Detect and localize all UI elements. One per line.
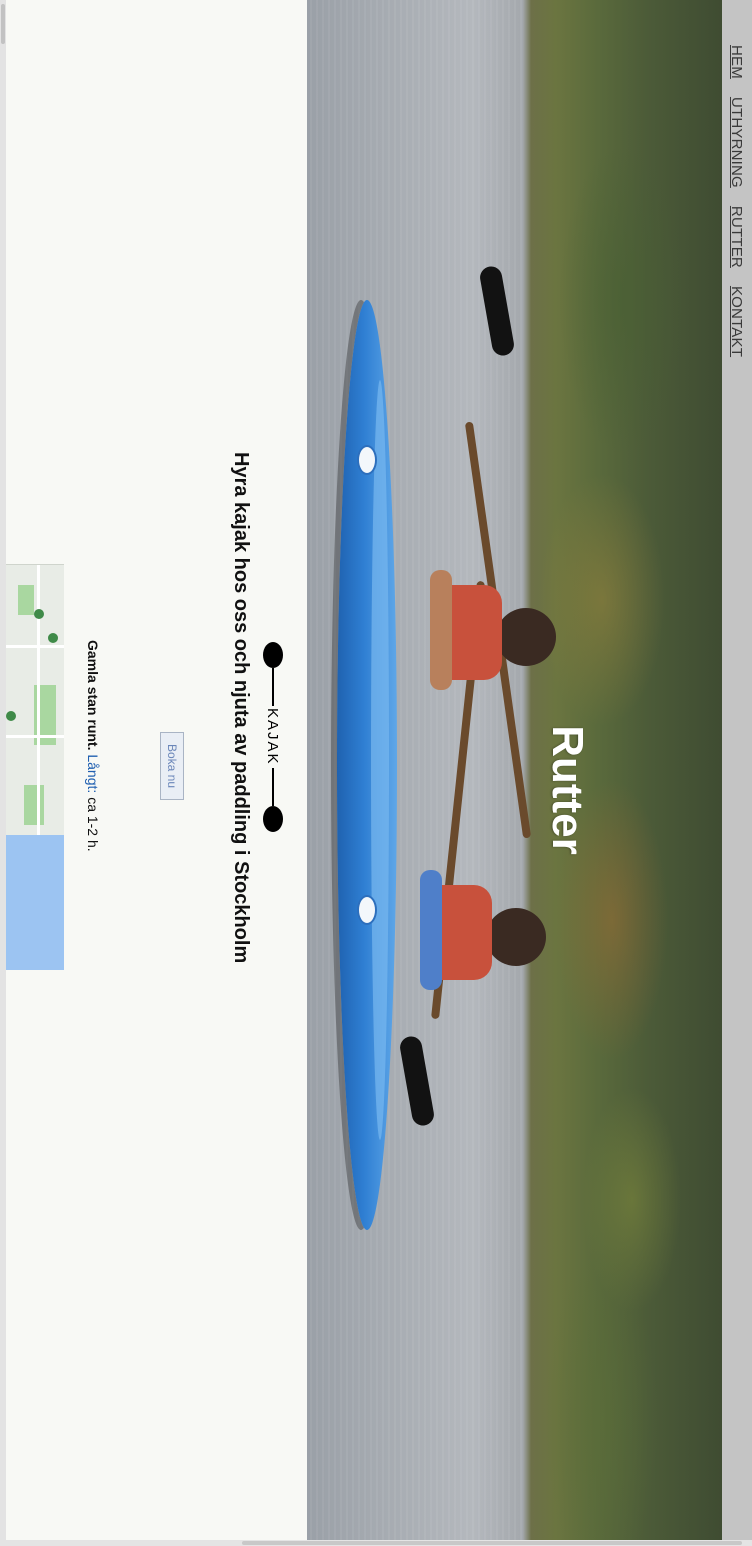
kayak-logo-front (357, 445, 377, 475)
paddler-rear (397, 860, 552, 1000)
paddler-arm (420, 870, 442, 990)
paddler-head (486, 908, 546, 966)
logo-divider (272, 668, 274, 706)
map-road (37, 565, 40, 835)
horizontal-scrollbar[interactable] (0, 0, 6, 1546)
paddler-arm (430, 570, 452, 690)
kayak-paddle-icon (263, 805, 283, 832)
logo-text: KAJAK (264, 708, 282, 766)
scroll-thumb[interactable] (1, 4, 5, 44)
page: HEM UTHYRNING RUTTER KONTAKT Rutter KAJA… (0, 0, 752, 1546)
scroll-thumb[interactable] (242, 1541, 742, 1545)
map-road (2, 735, 64, 738)
map-park (24, 785, 44, 825)
paddler-head (496, 608, 556, 666)
route-length-label: Långt: (85, 754, 101, 794)
kayak-paddle-icon (263, 642, 283, 668)
hero-banner: Rutter (307, 0, 722, 1540)
screen: HEM UTHYRNING RUTTER KONTAKT Rutter KAJA… (0, 0, 752, 1546)
kayak-deck (371, 380, 389, 1140)
map-park (18, 585, 34, 615)
route-name: Gamla stan runt. (85, 640, 101, 751)
logo-divider (272, 767, 274, 806)
route-map[interactable] (2, 564, 64, 970)
nav-link-hem[interactable]: HEM (729, 45, 746, 79)
nav-link-rutter[interactable]: RUTTER (729, 206, 746, 268)
map-pin-icon[interactable] (48, 633, 58, 643)
page-tagline: Hyra kajak hos oss och njuta av paddling… (230, 452, 252, 964)
route-length-value: ca 1-2 h. (85, 797, 101, 852)
kayak-logo-rear (357, 895, 377, 925)
book-now-button[interactable]: Boka nu (160, 732, 184, 800)
nav-link-uthyrning[interactable]: UTHYRNING (729, 97, 746, 188)
map-road (2, 645, 64, 648)
paddler-front (407, 560, 562, 700)
route-description: Gamla stan runt. Långt: ca 1-2 h. (85, 640, 101, 852)
map-pin-icon[interactable] (34, 609, 44, 619)
kajak-logo: KAJAK (258, 642, 288, 832)
map-pin-icon[interactable] (6, 711, 16, 721)
nav-link-kontakt[interactable]: KONTAKT (729, 286, 746, 357)
vertical-scrollbar[interactable] (0, 1540, 752, 1546)
top-navbar: HEM UTHYRNING RUTTER KONTAKT (722, 0, 752, 1540)
hero-title: Rutter (543, 725, 592, 855)
map-water (2, 835, 64, 970)
